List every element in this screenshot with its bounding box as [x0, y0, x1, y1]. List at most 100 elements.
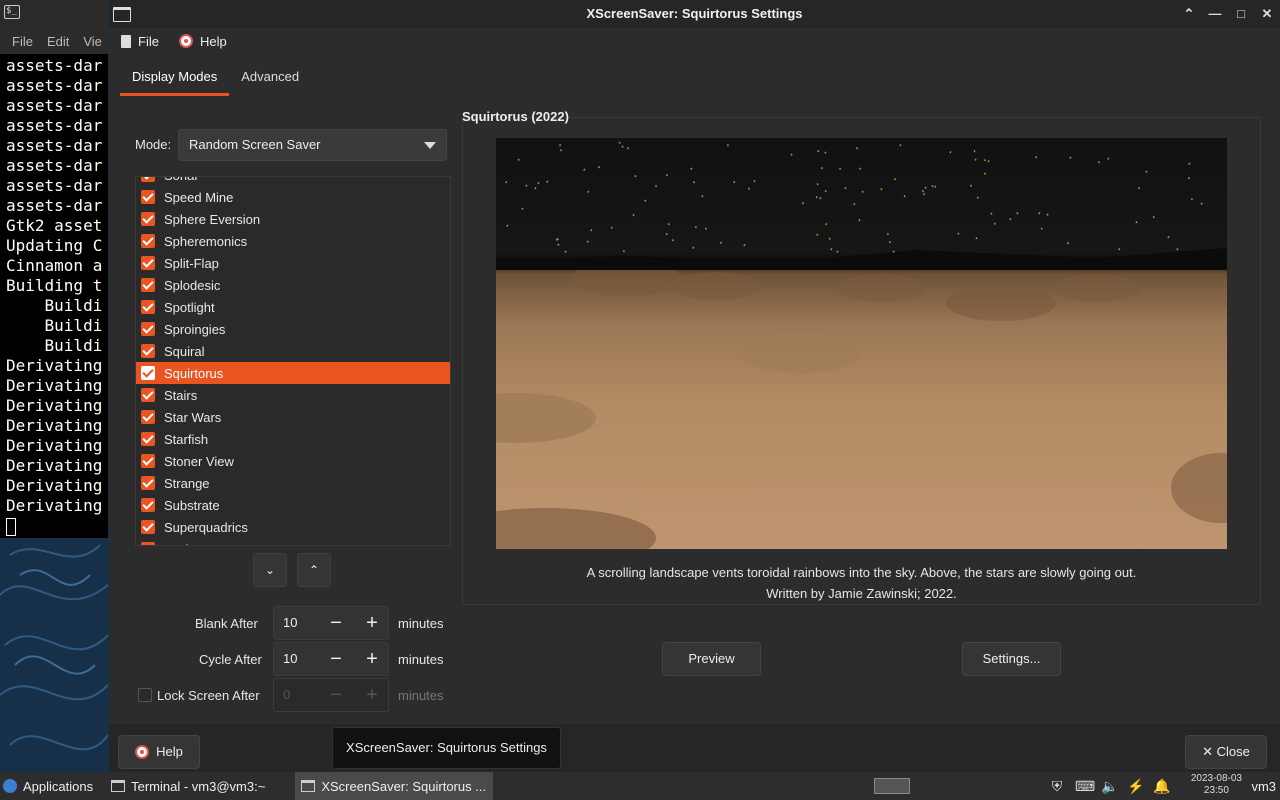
saver-enabled-checkbox[interactable] — [141, 498, 155, 512]
star: * — [1035, 157, 1038, 163]
taskbar-xscreensaver-label: XScreenSaver: Squirtorus ... — [321, 778, 487, 794]
saver-list-item[interactable]: Sphere Eversion — [136, 208, 450, 230]
settings-button[interactable]: Settings... — [962, 642, 1061, 676]
taskbar-user[interactable]: vm3 — [1251, 779, 1276, 794]
minimize-icon[interactable]: — — [1208, 7, 1222, 21]
shield-icon[interactable]: ⛨ — [1048, 778, 1066, 794]
saver-enabled-checkbox[interactable] — [141, 410, 155, 424]
saver-enabled-checkbox[interactable] — [141, 322, 155, 336]
saver-enabled-checkbox[interactable] — [141, 542, 155, 545]
terminal-menu-file[interactable]: File — [12, 34, 33, 49]
saver-list-item[interactable]: Squirtorus — [136, 362, 450, 384]
saver-list-item[interactable]: Speed Mine — [136, 186, 450, 208]
help-button[interactable]: Help — [118, 735, 200, 769]
saver-list-item[interactable]: Sproingies — [136, 318, 450, 340]
star: * — [970, 185, 973, 191]
close-button[interactable]: ✕ Close — [1185, 735, 1267, 769]
terminal-icon: $_ — [4, 5, 20, 19]
saver-list-item[interactable]: Starfish — [136, 428, 450, 450]
cycle-after-value[interactable]: 10 — [283, 643, 297, 675]
saver-list-item[interactable]: Spotlight — [136, 296, 450, 318]
taskbar-xscreensaver[interactable]: XScreenSaver: Squirtorus ... — [295, 772, 494, 800]
power-icon[interactable]: ⚡ — [1127, 778, 1145, 794]
saver-enabled-checkbox[interactable] — [141, 190, 155, 204]
window-titlebar[interactable]: XScreenSaver: Squirtorus Settings ⌃ — □ … — [109, 0, 1280, 28]
preview-button[interactable]: Preview — [662, 642, 761, 676]
applications-menu[interactable]: Applications — [0, 772, 99, 800]
notification-bell-icon[interactable]: 🔔 — [1153, 778, 1171, 794]
saver-enabled-checkbox[interactable] — [141, 432, 155, 446]
star: * — [753, 181, 756, 187]
saver-enabled-checkbox[interactable] — [141, 520, 155, 534]
saver-enabled-checkbox[interactable] — [141, 388, 155, 402]
taskbar-clock[interactable]: 2023-08-03 23:50 — [1191, 773, 1242, 797]
saver-enabled-checkbox[interactable] — [141, 177, 155, 182]
saver-name: Split-Flap — [164, 255, 219, 271]
cycle-after-unit: minutes — [398, 652, 444, 667]
move-down-button[interactable]: ⌄ — [253, 553, 287, 587]
star: * — [623, 250, 626, 256]
terminal-titlebar[interactable]: $_ — [0, 0, 108, 28]
saver-list-item[interactable]: Splodesic — [136, 274, 450, 296]
saver-enabled-checkbox[interactable] — [141, 454, 155, 468]
star: * — [666, 175, 669, 181]
move-up-button[interactable]: ⌃ — [297, 553, 331, 587]
lock-screen-checkbox[interactable] — [138, 688, 152, 702]
tab-display-modes[interactable]: Display Modes — [120, 62, 230, 96]
tab-advanced[interactable]: Advanced — [229, 62, 311, 96]
saver-list-item[interactable]: Spheremonics — [136, 230, 450, 252]
saver-list-item[interactable]: Strange — [136, 472, 450, 494]
saver-name: Splodesic — [164, 277, 221, 293]
close-window-icon[interactable]: ✕ — [1260, 7, 1274, 21]
plus-icon: + — [366, 684, 378, 706]
cycle-after-spinner[interactable]: 10 − + — [273, 642, 389, 676]
star: * — [973, 150, 976, 156]
saver-name: Spheremonics — [164, 233, 248, 249]
saver-list-item[interactable]: Superquadrics — [136, 516, 450, 538]
saver-list-item[interactable]: Split-Flap — [136, 252, 450, 274]
minus-icon[interactable]: − — [321, 607, 351, 639]
saver-enabled-checkbox[interactable] — [141, 344, 155, 358]
saver-enabled-checkbox[interactable] — [141, 212, 155, 226]
volume-icon[interactable]: 🔈 — [1101, 778, 1119, 794]
saver-enabled-checkbox[interactable] — [141, 476, 155, 490]
menu-help[interactable]: Help — [178, 34, 227, 49]
saver-list[interactable]: Sonar Speed Mine Sphere Eversion Spheremoni… — [135, 176, 451, 546]
star: * — [1041, 228, 1044, 234]
saver-list-item[interactable]: Substrate — [136, 494, 450, 516]
menu-file[interactable]: File — [121, 34, 159, 49]
star: * — [590, 229, 593, 235]
star: * — [564, 251, 567, 257]
saver-enabled-checkbox[interactable] — [141, 278, 155, 292]
maximize-icon[interactable]: □ — [1234, 7, 1248, 21]
blank-after-value[interactable]: 10 — [283, 607, 297, 639]
terminal-menu-edit[interactable]: Edit — [47, 34, 69, 49]
saver-list-item[interactable]: Surfaces — [136, 538, 450, 545]
mode-dropdown[interactable]: Random Screen Saver — [178, 129, 447, 161]
saver-list-item[interactable]: Sonar — [136, 177, 450, 186]
keyboard-icon[interactable]: ⌨ — [1075, 778, 1095, 794]
plus-icon[interactable]: + — [357, 607, 387, 639]
saver-list-item[interactable]: Stairs — [136, 384, 450, 406]
terminal-menu-view[interactable]: Vie — [83, 34, 102, 49]
star: * — [560, 150, 563, 156]
saver-enabled-checkbox[interactable] — [141, 234, 155, 248]
blank-after-spinner[interactable]: 10 − + — [273, 606, 389, 640]
chevron-up-icon[interactable]: ⌃ — [1182, 7, 1196, 21]
plus-icon[interactable]: + — [357, 643, 387, 675]
saver-list-items: Sonar Speed Mine Sphere Eversion Spheremoni… — [136, 177, 450, 545]
saver-list-item[interactable]: Stoner View — [136, 450, 450, 472]
terminal-window[interactable]: $_ File Edit Vie assets-dar assets-dar ass… — [0, 0, 108, 538]
minus-icon[interactable]: − — [321, 643, 351, 675]
workspace-switcher[interactable] — [874, 778, 910, 794]
saver-enabled-checkbox[interactable] — [141, 300, 155, 314]
saver-list-item[interactable]: Squiral — [136, 340, 450, 362]
clock-date: 2023-08-03 — [1190, 773, 1242, 784]
saver-enabled-checkbox[interactable] — [141, 366, 155, 380]
saver-enabled-checkbox[interactable] — [141, 256, 155, 270]
saver-list-item[interactable]: Star Wars — [136, 406, 450, 428]
star: * — [957, 233, 960, 239]
clock-time: 23:50 — [1203, 785, 1229, 796]
cycle-after-label: Cycle After — [199, 652, 262, 667]
taskbar-terminal[interactable]: Terminal - vm3@vm3:~ — [105, 772, 271, 800]
